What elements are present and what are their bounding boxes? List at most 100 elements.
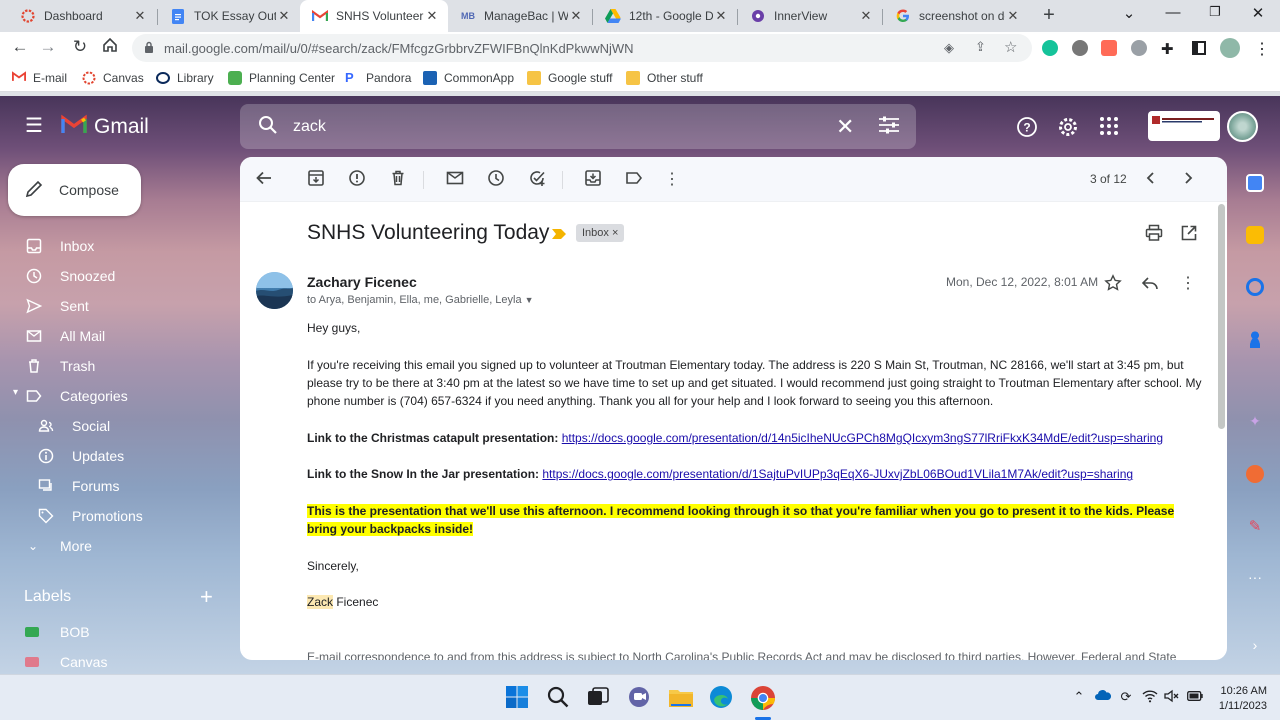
file-explorer-icon[interactable] [668, 685, 694, 711]
mark-unread-icon[interactable] [444, 169, 466, 191]
add-task-icon[interactable] [526, 169, 548, 191]
scrollbar-thumb[interactable] [1218, 204, 1225, 429]
edge-icon[interactable] [709, 685, 735, 711]
importance-marker-icon[interactable] [552, 227, 566, 242]
eye-off-icon[interactable]: ◈ [944, 40, 954, 56]
tab-dashboard[interactable]: Dashboard ✕ [8, 0, 156, 32]
forward-arrow-icon[interactable]: → [36, 37, 60, 57]
more-vert-icon[interactable]: ⋮ [661, 169, 683, 191]
teams-chat-icon[interactable] [627, 685, 653, 711]
bookmark-google-stuff[interactable]: Google stuff [527, 71, 613, 85]
tab-google-drive[interactable]: 12th - Google Dr ✕ [593, 0, 737, 32]
close-icon[interactable]: ✕ [1005, 8, 1021, 24]
bookmark-email[interactable]: E-mail [11, 71, 67, 85]
archive-icon[interactable] [305, 169, 327, 191]
addon-icon[interactable] [1246, 465, 1264, 483]
recipients[interactable]: to Arya, Benjamin, Ella, me, Gabrielle, … [307, 294, 534, 306]
tab-snhs-volunteering[interactable]: SNHS Volunteering ✕ [300, 0, 448, 32]
tasks-icon[interactable] [1246, 278, 1264, 296]
close-icon[interactable]: ✕ [424, 8, 440, 24]
sidebar-item-sent[interactable]: Sent [0, 291, 230, 321]
organization-logo[interactable] [1148, 111, 1220, 141]
side-panel-icon[interactable] [1192, 41, 1206, 55]
reply-icon[interactable] [1140, 274, 1160, 294]
chevron-up-icon[interactable]: ⌃ [1071, 689, 1087, 705]
snow-in-jar-link[interactable]: https://docs.google.com/presentation/d/1… [542, 467, 1133, 481]
sidebar-item-categories[interactable]: ▾ Categories [0, 381, 230, 411]
address-bar[interactable]: mail.google.com/mail/u/0/#search/zack/FM… [132, 34, 1032, 62]
caret-down-icon[interactable]: ▾ [13, 387, 18, 398]
sidebar-item-forums[interactable]: Forums [0, 471, 230, 501]
sync-icon[interactable]: ⟳ [1118, 689, 1134, 705]
more-vert-icon[interactable]: ⋮ [1254, 39, 1270, 59]
caret-down-icon[interactable]: ▼ [525, 295, 534, 305]
bookmark-commonapp[interactable]: CommonApp [423, 71, 514, 85]
keep-icon[interactable] [1246, 226, 1264, 244]
tab-tok-essay[interactable]: TOK Essay Outline ✕ [158, 0, 300, 32]
add-label-icon[interactable]: + [200, 584, 213, 610]
apps-grid-icon[interactable] [1098, 116, 1120, 138]
chevron-right-icon[interactable]: › [1246, 637, 1264, 655]
tab-google-search[interactable]: screenshot on de ✕ [883, 0, 1029, 32]
bookmark-planning-center[interactable]: Planning Center [228, 71, 335, 85]
restore-button[interactable]: ❐ [1204, 4, 1226, 20]
close-icon[interactable]: ✕ [858, 8, 874, 24]
close-window-button[interactable]: ✕ [1247, 4, 1269, 22]
sidebar-item-social[interactable]: Social [0, 411, 230, 441]
contacts-icon[interactable] [1246, 330, 1264, 348]
print-icon[interactable] [1145, 224, 1163, 245]
home-icon[interactable] [98, 37, 122, 58]
open-in-new-window-icon[interactable] [1180, 224, 1198, 245]
new-tab-button[interactable]: + [1038, 4, 1060, 27]
clear-search-icon[interactable]: ✕ [836, 114, 854, 140]
compose-button[interactable]: Compose [8, 164, 141, 216]
share-icon[interactable]: ⇪ [975, 39, 986, 55]
sidebar-item-updates[interactable]: Updates [0, 441, 230, 471]
close-icon[interactable]: ✕ [568, 8, 584, 24]
minimize-button[interactable]: — [1162, 4, 1184, 21]
sidebar-item-all-mail[interactable]: All Mail [0, 321, 230, 351]
extension-addon-icon[interactable]: ✦ [1246, 413, 1264, 431]
onedrive-icon[interactable] [1095, 689, 1112, 705]
tab-innerview[interactable]: InnerView ✕ [738, 0, 882, 32]
delete-icon[interactable] [387, 169, 409, 191]
extension-icon[interactable] [1072, 40, 1088, 56]
sender-name[interactable]: Zachary Ficenec [307, 274, 417, 290]
wifi-icon[interactable] [1142, 689, 1158, 705]
settings-gear-icon[interactable] [1057, 116, 1079, 138]
search-options-icon[interactable] [878, 115, 900, 138]
calendar-icon[interactable] [1246, 174, 1264, 192]
windows-start-icon[interactable] [505, 685, 531, 711]
close-icon[interactable]: ✕ [132, 8, 148, 24]
sidebar-item-snoozed[interactable]: Snoozed [0, 261, 230, 291]
label-item-bob[interactable]: BOB [0, 621, 230, 645]
inbox-label-chip[interactable]: Inbox × [576, 224, 625, 242]
close-icon[interactable]: ✕ [276, 8, 292, 24]
puzzle-icon[interactable]: ✚ [1161, 40, 1174, 58]
snooze-icon[interactable] [485, 169, 507, 191]
sidebar-item-promotions[interactable]: Promotions [0, 501, 230, 531]
addon-icon[interactable]: ✎ [1246, 517, 1264, 535]
christmas-catapult-link[interactable]: https://docs.google.com/presentation/d/1… [562, 431, 1163, 445]
main-menu-icon[interactable]: ☰ [22, 116, 46, 136]
profile-avatar[interactable] [1220, 38, 1240, 58]
label-item-canvas[interactable]: Canvas [0, 651, 230, 674]
remove-label-icon[interactable]: × [612, 227, 618, 239]
volume-muted-icon[interactable] [1164, 689, 1180, 705]
search-bar[interactable]: zack ✕ [240, 104, 916, 149]
bookmark-canvas[interactable]: Canvas [82, 71, 144, 85]
grammarly-icon[interactable] [1042, 40, 1058, 56]
star-icon[interactable]: ☆ [1004, 38, 1017, 56]
more-vert-icon[interactable]: ⋮ [1178, 274, 1198, 294]
help-icon[interactable]: ? [1016, 116, 1038, 138]
newer-chevron-icon[interactable] [1140, 170, 1162, 192]
reload-icon[interactable]: ↻ [68, 37, 92, 57]
back-to-search-icon[interactable] [253, 169, 275, 191]
search-icon[interactable] [258, 115, 278, 138]
tab-search-icon[interactable]: ⌄ [1118, 4, 1140, 22]
search-icon[interactable] [546, 685, 572, 711]
bookmark-pandora[interactable]: P Pandora [345, 71, 411, 86]
bookmark-other-stuff[interactable]: Other stuff [626, 71, 703, 85]
sender-avatar[interactable] [256, 272, 293, 309]
scrollbar[interactable] [1216, 202, 1227, 660]
